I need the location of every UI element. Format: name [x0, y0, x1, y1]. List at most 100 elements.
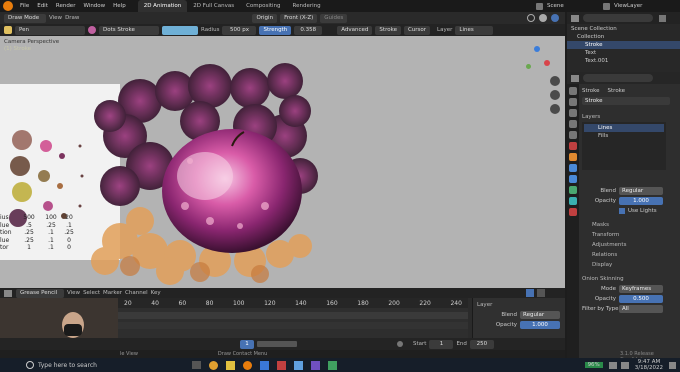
app-icon[interactable]	[277, 360, 286, 370]
clock[interactable]: 9:47 AM 3/18/2022	[635, 359, 663, 371]
layer-selector[interactable]: Lines	[455, 25, 494, 35]
chrome-icon[interactable]	[209, 360, 218, 370]
taskbar-search[interactable]: Type here to search	[38, 362, 188, 369]
overlay-icon[interactable]	[527, 14, 535, 22]
tl-menu-key[interactable]: Key	[151, 290, 161, 296]
shading-material-icon[interactable]	[551, 14, 559, 22]
files-icon[interactable]	[226, 360, 235, 370]
strength-label[interactable]: Strength	[259, 25, 292, 35]
app-icon[interactable]	[260, 360, 269, 370]
timeline-ruler[interactable]: 20 40 60 80 100 120 140 160 180 200 220 …	[118, 298, 468, 308]
blend-dropdown[interactable]: Regular	[619, 187, 663, 195]
tab-compositing[interactable]: Compositing	[240, 0, 286, 12]
world-tab-icon[interactable]	[569, 142, 577, 150]
outliner-item-text[interactable]: Text	[567, 49, 680, 57]
scene-icon[interactable]	[536, 2, 543, 10]
material-icon[interactable]	[88, 26, 96, 34]
network-icon[interactable]	[608, 361, 617, 369]
scene-tab-icon[interactable]	[569, 131, 577, 139]
outliner-search[interactable]	[583, 14, 653, 22]
current-frame-field[interactable]: 1	[240, 339, 254, 349]
tab-2d-animation[interactable]: 2D Animation	[137, 0, 188, 12]
view-layer-tab-icon[interactable]	[569, 120, 577, 128]
navigation-gizmo[interactable]	[522, 46, 552, 76]
menu-render[interactable]: Render	[52, 3, 80, 9]
tool-tab-icon[interactable]	[569, 87, 577, 95]
menu-window[interactable]: Window	[79, 3, 109, 9]
object-tab-icon[interactable]	[569, 153, 577, 161]
layers-section-header[interactable]: Layers	[582, 112, 678, 122]
axis-y-icon[interactable]	[526, 64, 531, 69]
onion-skinning-header[interactable]: Onion Skinning	[582, 274, 678, 284]
zoom-button[interactable]	[550, 76, 560, 86]
outliner-item-text-001[interactable]: Text.001	[567, 57, 680, 65]
outliner-item-stroke[interactable]: Stroke	[567, 41, 680, 49]
origin-selector[interactable]: Origin	[252, 13, 278, 23]
tl-menu-marker[interactable]: Marker	[103, 290, 122, 296]
section-transform[interactable]: Transform	[582, 230, 678, 240]
output-tab-icon[interactable]	[569, 109, 577, 117]
layer-item-fills[interactable]: Fills	[584, 132, 664, 140]
strength-field[interactable]: 0.358	[294, 25, 323, 35]
filter-dropdown[interactable]: All	[619, 305, 663, 313]
use-lights-checkbox[interactable]	[619, 208, 625, 214]
physics-tab-icon[interactable]	[569, 186, 577, 194]
grease-pencil-selector[interactable]: Grease Pencil	[16, 288, 64, 298]
camera-view-icon[interactable]	[550, 104, 560, 114]
blender-taskbar-icon[interactable]	[243, 360, 252, 370]
outliner-item-collection[interactable]: Collection	[567, 33, 680, 41]
battery-indicator[interactable]: 96%	[584, 362, 603, 368]
section-masks[interactable]: Masks	[582, 220, 678, 230]
editor-type-icon[interactable]	[4, 289, 12, 297]
axis-z-icon[interactable]	[534, 46, 540, 52]
advanced-dropdown[interactable]: Advanced	[337, 25, 373, 35]
menu-view[interactable]: View	[49, 15, 62, 21]
app-icon[interactable]	[311, 360, 320, 370]
tl-menu-view[interactable]: View	[67, 290, 80, 296]
onion-mode-dropdown[interactable]: Keyframes	[619, 285, 663, 293]
opacity-field[interactable]: 1.000	[619, 197, 663, 205]
section-adjustments[interactable]: Adjustments	[582, 240, 678, 250]
play-controls-icon[interactable]	[257, 341, 297, 347]
app-icon[interactable]	[294, 360, 303, 370]
3d-viewport[interactable]: Camera Perspective (1) Stroke ius 500 10…	[0, 36, 565, 288]
brush-icon[interactable]	[4, 26, 12, 34]
effects-tab-icon[interactable]	[569, 175, 577, 183]
timeline-tracks[interactable]	[118, 308, 468, 338]
render-tab-icon[interactable]	[569, 98, 577, 106]
start-frame-field[interactable]: 1	[429, 339, 454, 349]
menu-edit[interactable]: Edit	[33, 3, 52, 9]
keyframe-record-icon[interactable]	[397, 341, 403, 347]
task-view-icon[interactable]	[192, 361, 201, 369]
tl-menu-select[interactable]: Select	[83, 290, 100, 296]
props-search[interactable]	[583, 74, 653, 82]
filter-funnel-icon[interactable]	[659, 14, 666, 22]
guides-toggle[interactable]: Guides	[320, 13, 348, 23]
onion-opacity-field[interactable]: 0.500	[619, 295, 663, 303]
volume-icon[interactable]	[620, 361, 629, 369]
tab-rendering[interactable]: Rendering	[287, 0, 327, 12]
section-display[interactable]: Display	[582, 260, 678, 270]
shading-solid-icon[interactable]	[539, 14, 547, 22]
notification-icon[interactable]	[669, 361, 676, 369]
view-layer-selector[interactable]: ViewLayer	[610, 3, 680, 9]
filter-icon[interactable]	[526, 289, 534, 297]
props-type-icon[interactable]	[571, 74, 579, 82]
tl-opacity-field[interactable]: 1.000	[520, 321, 560, 329]
menu-draw[interactable]: Draw	[65, 15, 79, 21]
modifier-tab-icon[interactable]	[569, 164, 577, 172]
view-layer-icon[interactable]	[603, 2, 610, 10]
color-swatch[interactable]	[162, 25, 198, 35]
cursor-dropdown[interactable]: Cursor	[403, 25, 431, 35]
snap-icon[interactable]	[537, 289, 545, 297]
material-tab-icon[interactable]	[569, 208, 577, 216]
data-block-name-field[interactable]: Stroke	[582, 97, 670, 105]
search-icon[interactable]	[26, 361, 34, 369]
tab-2d-full-canvas[interactable]: 2D Full Canvas	[187, 0, 240, 12]
menu-file[interactable]: File	[16, 3, 33, 9]
brush-selector[interactable]: Pen	[15, 25, 85, 35]
data-tab-icon[interactable]	[569, 197, 577, 205]
front-view-selector[interactable]: Front (X-Z)	[280, 13, 318, 23]
layer-item-lines[interactable]: Lines	[584, 124, 664, 132]
mode-selector[interactable]: Draw Mode	[4, 13, 46, 23]
